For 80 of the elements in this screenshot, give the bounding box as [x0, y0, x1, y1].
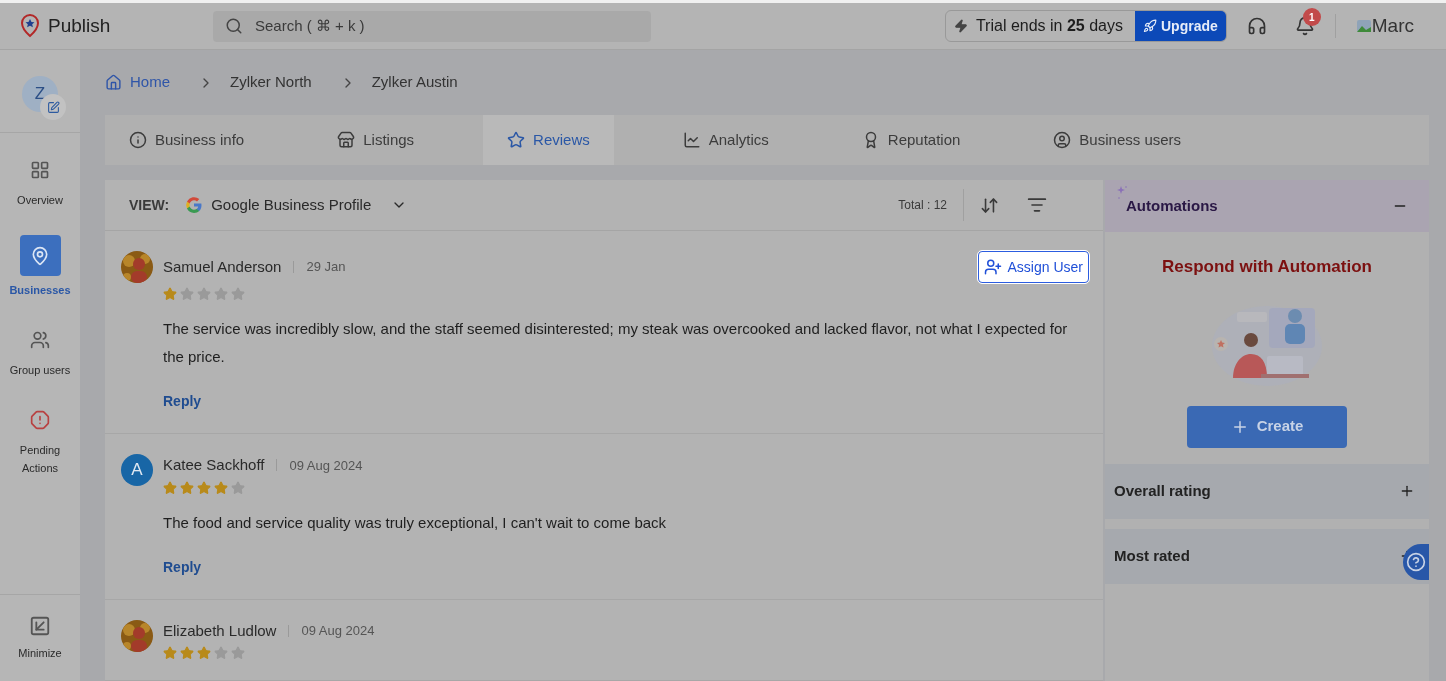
search-field[interactable]: Search ( ⌘ + k ) [213, 10, 651, 42]
user-name[interactable]: Marc [1371, 11, 1414, 41]
sidebar-item[interactable]: Group users [2, 324, 78, 379]
star-icon [197, 480, 211, 495]
minimize-button[interactable]: Minimize [18, 594, 62, 681]
review-date: 29 Jan [306, 258, 346, 277]
user-icon [1053, 131, 1072, 149]
star-icon [197, 287, 211, 301]
star-icon [231, 646, 245, 660]
sort-icon[interactable] [980, 195, 999, 215]
upgrade-button[interactable]: Upgrade [1134, 11, 1226, 41]
store-icon [337, 131, 356, 149]
star-icon [214, 287, 228, 301]
overview-icon [30, 160, 50, 180]
star-icon [214, 480, 228, 495]
review-text: The food and service quality was truly exceptional, I can't wait to come back [163, 512, 668, 533]
sidebar-item[interactable]: Businesses [2, 235, 78, 299]
tab[interactable]: Reviews [483, 115, 614, 165]
star-icon [231, 287, 245, 301]
breadcrumb-link[interactable]: Zylker North [230, 71, 312, 94]
automations-title: Automations [1126, 195, 1218, 216]
chart-icon [682, 131, 701, 149]
search-input[interactable]: Search ( ⌘ + k ) [255, 14, 639, 38]
star-icon [180, 646, 194, 660]
review-date: 09 Aug 2024 [301, 622, 375, 640]
reviewer-name: Katee Sackhoff [163, 455, 265, 475]
trial-text: Trial ends in 25 days [975, 16, 1124, 36]
accordion-row[interactable]: Overall rating [1105, 463, 1429, 519]
pending-icon [30, 409, 50, 430]
star-icon [163, 287, 177, 301]
businesses-icon [30, 245, 50, 266]
g-logo-icon [185, 196, 204, 214]
create-button[interactable]: Create [1187, 405, 1347, 448]
lightning-icon [953, 19, 968, 33]
tab[interactable]: Business info [105, 115, 269, 165]
source-dropdown[interactable]: Google Business Profile [185, 193, 408, 217]
notification-badge: 1 [1302, 8, 1321, 26]
reviewer-name: Samuel Anderson [163, 256, 282, 277]
star-icon [214, 646, 228, 660]
search-icon [225, 17, 243, 35]
reply-link[interactable]: Reply [163, 556, 202, 578]
minimize-icon [29, 614, 51, 637]
avatar: A [121, 454, 153, 486]
accordion-row[interactable]: Most rated [1105, 528, 1429, 584]
view-label: VIEW: [129, 195, 170, 215]
help-icon [1406, 551, 1426, 572]
info-icon [129, 131, 147, 149]
star-icon [197, 646, 211, 660]
sidebar-item[interactable]: Overview [2, 155, 78, 209]
home-icon [105, 74, 122, 91]
total-count: Total : 12 [898, 197, 947, 214]
automation-heading: Respond with Automation [1162, 256, 1372, 278]
star-icon [180, 480, 194, 495]
broken-image-icon [1355, 18, 1372, 34]
sparkle-icon [1117, 186, 1127, 200]
expand-icon [1399, 483, 1415, 499]
tab[interactable]: Analytics [658, 115, 793, 165]
headset-icon[interactable] [1246, 16, 1267, 36]
star-icon [163, 480, 177, 495]
sidebar-item[interactable]: Pending Actions [2, 404, 78, 477]
group-icon [30, 329, 50, 350]
rocket-icon [1142, 19, 1157, 33]
review-text: The service was incredibly slow, and the staff seemed disinterested; my steak was overcooked and lacked flavor, not what I expected for the price. [163, 319, 1069, 367]
app-name: Publish [48, 13, 111, 38]
reply-link[interactable]: Reply [163, 391, 202, 412]
tab[interactable]: Reputation [837, 115, 985, 165]
tab[interactable]: Business users [1029, 115, 1206, 165]
map-pin-logo-icon [20, 14, 40, 38]
reviewer-name: Elizabeth Ludlow [163, 620, 277, 641]
star-icon [163, 646, 177, 660]
review-date: 09 Aug 2024 [289, 456, 363, 475]
star-icon [180, 287, 194, 301]
breadcrumb-home-link[interactable]: Home [105, 71, 170, 94]
user-plus-icon [983, 258, 1002, 276]
assign-user-button[interactable]: Assign User [977, 251, 1089, 283]
tab[interactable]: Listings [313, 115, 439, 165]
star-icon [507, 131, 526, 149]
filter-icon[interactable] [1027, 195, 1047, 215]
star-icon [231, 480, 245, 495]
breadcrumb-link[interactable]: Zylker Austin [371, 71, 458, 94]
